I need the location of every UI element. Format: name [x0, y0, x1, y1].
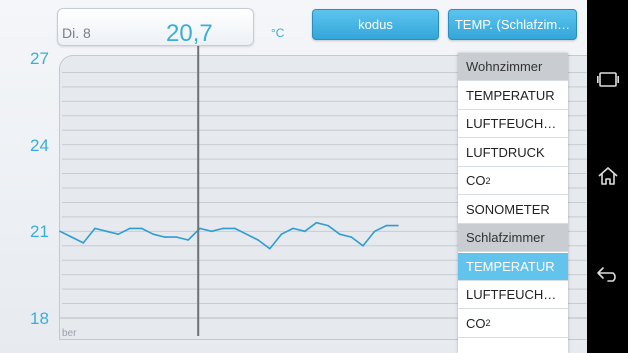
- y-tick-label: 27: [30, 49, 49, 68]
- dropdown-option[interactable]: LUFTDRUCK: [458, 138, 568, 167]
- data-point: [327, 224, 329, 227]
- y-tick-label: 18: [30, 309, 49, 328]
- value-tooltip: Di. 8 20,7 °C: [57, 8, 284, 47]
- data-point: [94, 227, 96, 230]
- dropdown-option[interactable]: CO 2: [458, 167, 568, 195]
- back-button[interactable]: [587, 256, 628, 292]
- dropdown-option[interactable]: CO 2: [458, 309, 568, 338]
- data-point: [175, 236, 178, 238]
- data-point: [82, 242, 85, 244]
- data-point: [397, 224, 399, 227]
- data-point: [129, 227, 131, 230]
- data-point: [257, 239, 259, 241]
- data-point: [373, 230, 376, 233]
- data-point: [140, 227, 143, 230]
- series-line: [59, 221, 398, 250]
- home-button[interactable]: [587, 158, 628, 194]
- data-point: [70, 236, 73, 238]
- tooltip-unit: °C: [271, 26, 285, 40]
- kodus-button[interactable]: kodus: [312, 9, 439, 40]
- android-nav-bar: [587, 0, 628, 353]
- data-point: [268, 247, 271, 250]
- data-point: [199, 227, 201, 230]
- recents-icon: [596, 72, 619, 87]
- data-point: [210, 230, 213, 233]
- data-point: [117, 233, 120, 236]
- dropdown-option[interactable]: LUFTFEUCH…: [458, 110, 568, 138]
- recents-button[interactable]: [587, 62, 628, 98]
- dropdown-option[interactable]: TEMPERATUR: [458, 81, 568, 110]
- back-icon: [596, 267, 616, 282]
- tooltip-date: Di. 8: [62, 25, 91, 41]
- data-point: [315, 221, 318, 224]
- dropdown-option[interactable]: TEMPERATUR: [458, 252, 568, 281]
- dropdown-group-header: Wohnzimmer: [458, 53, 568, 81]
- sensor-select-button[interactable]: TEMP. (Schlafzim…: [448, 9, 577, 40]
- data-point: [152, 233, 155, 236]
- dropdown-option[interactable]: SONOMETER: [458, 195, 568, 224]
- data-point: [350, 236, 353, 238]
- dropdown-option[interactable]: LUFTFEUCH…: [458, 281, 568, 309]
- y-tick-label: 24: [30, 136, 49, 155]
- app-screen: 27 24 21 18 ber Di. 8 20,7 °C kodus TEMP…: [0, 0, 587, 353]
- data-point: [292, 227, 294, 230]
- data-point: [187, 239, 190, 241]
- data-point: [59, 230, 61, 233]
- data-point: [338, 233, 341, 236]
- data-point: [362, 244, 364, 247]
- data-point: [385, 224, 388, 227]
- data-point: [105, 230, 108, 233]
- data-point: [234, 227, 236, 230]
- data-point: [245, 233, 248, 236]
- home-icon: [597, 167, 618, 185]
- sensor-dropdown: Wohnzimmer TEMPERATUR LUFTFEUCH… LUFTDRUCK C…: [458, 53, 568, 353]
- dropdown-group-header: Schlafzimmer: [458, 224, 568, 252]
- data-point: [280, 233, 283, 236]
- y-tick-label: 21: [30, 222, 49, 241]
- tooltip-value: 20,7: [166, 20, 213, 47]
- data-point: [222, 227, 224, 230]
- x-tick-label: ber: [62, 328, 77, 339]
- data-point: [164, 236, 166, 238]
- data-point: [303, 230, 306, 233]
